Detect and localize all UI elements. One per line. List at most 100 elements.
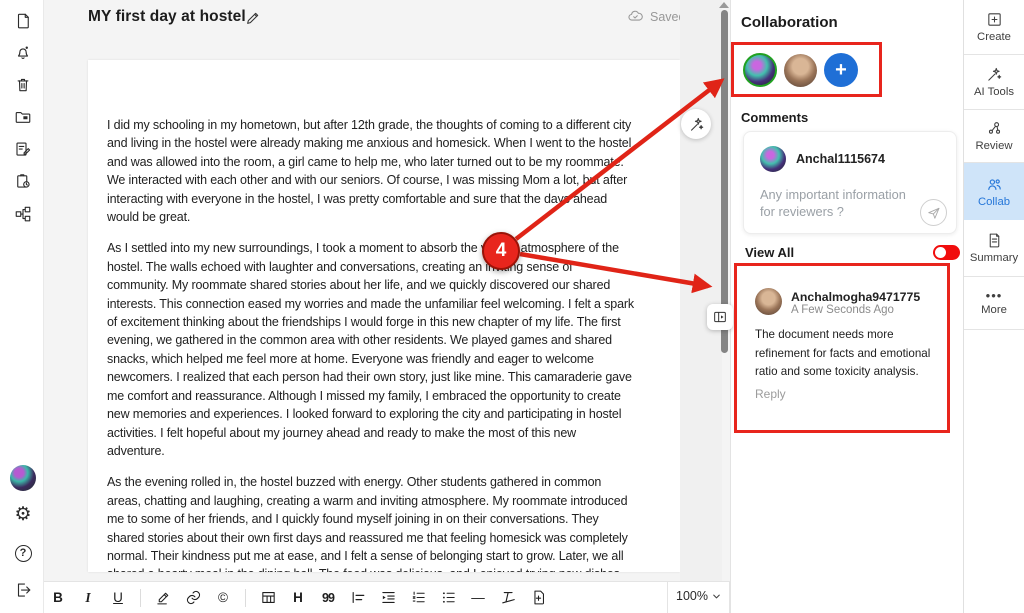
document-body: I did my schooling in my hometown, but a… xyxy=(88,60,680,572)
left-sidebar: ⚙ ? xyxy=(0,0,44,613)
document-edit-icon[interactable] xyxy=(13,139,33,159)
clear-format-icon xyxy=(500,589,517,606)
highlight-button[interactable] xyxy=(152,586,174,610)
table-icon xyxy=(260,589,277,606)
toolbar-divider xyxy=(245,589,246,607)
rail-label: Create xyxy=(977,31,1011,43)
insert-table-button[interactable] xyxy=(257,586,279,610)
chevron-down-icon xyxy=(711,591,722,602)
rail-label: More xyxy=(981,304,1007,316)
media-folder-icon[interactable] xyxy=(13,107,33,127)
gear-glyph: ⚙ xyxy=(14,505,31,524)
collapse-panel-button[interactable] xyxy=(707,304,733,330)
zoom-value: 100% xyxy=(676,589,708,603)
italic-button[interactable]: I xyxy=(77,586,99,610)
paragraph[interactable]: I did my schooling in my hometown, but a… xyxy=(107,116,634,226)
paragraph[interactable]: As the evening rolled in, the hostel buz… xyxy=(107,473,634,572)
indent-icon xyxy=(380,589,397,606)
scroll-up-arrow-icon[interactable] xyxy=(719,2,729,8)
comment-text: The document needs more refinement for f… xyxy=(755,326,945,382)
comment-author-name: Anchalmogha9471775 xyxy=(791,290,920,304)
collaboration-panel: Collaboration + Comments Anchal1115674 A… xyxy=(730,0,963,613)
zoom-level-dropdown[interactable]: 100% xyxy=(676,589,722,603)
comment-timestamp: A Few Seconds Ago xyxy=(791,304,894,316)
right-tool-rail: Create AI Tools Review Collab Summary ••… xyxy=(963,0,1024,613)
underline-button[interactable]: U xyxy=(107,586,129,610)
blockquote-button[interactable]: 99 xyxy=(317,586,339,610)
bullet-list-button[interactable] xyxy=(437,586,459,610)
comments-section-label: Comments xyxy=(741,110,808,125)
panel-toggle-icon xyxy=(712,309,728,325)
indent-button[interactable] xyxy=(377,586,399,610)
align-left-button[interactable] xyxy=(347,586,369,610)
comment-author-avatar xyxy=(755,288,782,315)
bullet-list-icon xyxy=(440,589,457,606)
composer-user-avatar xyxy=(760,146,786,172)
rail-label: Summary xyxy=(970,252,1018,264)
link-icon xyxy=(185,589,202,606)
rail-item-collab[interactable]: Collab xyxy=(964,163,1024,220)
trash-icon[interactable] xyxy=(13,75,33,95)
comment-input[interactable]: Any important information for reviewers … xyxy=(760,186,922,220)
collaboration-title: Collaboration xyxy=(741,14,838,31)
send-plane-icon xyxy=(927,206,941,220)
edit-title-pencil-icon[interactable] xyxy=(245,10,261,26)
rail-label: Review xyxy=(975,140,1012,152)
scrollbar-thumb[interactable] xyxy=(721,10,728,353)
horizontal-rule-button[interactable]: — xyxy=(467,586,489,610)
view-all-label: View All xyxy=(745,245,794,260)
help-glyph: ? xyxy=(15,545,32,562)
insert-page-button[interactable] xyxy=(527,586,549,610)
reply-button[interactable]: Reply xyxy=(755,387,786,401)
document-page-icon[interactable] xyxy=(13,11,33,31)
view-all-toggle[interactable] xyxy=(933,245,960,260)
collaborator-avatars: + xyxy=(743,53,858,87)
app-window: ⚙ ? MY first day at hostel Saved I did m… xyxy=(0,0,1024,613)
toggle-knob xyxy=(935,247,946,258)
paragraph[interactable]: As I settled into my new surroundings, I… xyxy=(107,239,634,460)
cloud-saved-icon xyxy=(627,8,644,25)
more-dots-icon: ••• xyxy=(986,291,1003,301)
collab-people-icon xyxy=(986,176,1003,193)
notifications-bell-icon[interactable] xyxy=(13,43,33,63)
align-left-icon xyxy=(350,589,367,606)
toolbar-divider xyxy=(140,589,141,607)
user-avatar[interactable] xyxy=(10,465,36,491)
numbered-list-button[interactable] xyxy=(407,586,429,610)
format-toolbar: B I U © H 99 — xyxy=(44,581,730,613)
review-nodes-icon xyxy=(986,120,1003,137)
rail-item-summary[interactable]: Summary xyxy=(964,220,1024,277)
rail-label: Collab xyxy=(978,196,1010,208)
ai-assist-button[interactable] xyxy=(681,109,711,139)
sitemap-icon[interactable] xyxy=(13,204,33,224)
ai-wand-icon xyxy=(986,66,1003,83)
insert-page-icon xyxy=(530,589,547,606)
clear-format-button[interactable] xyxy=(497,586,519,610)
logout-icon[interactable] xyxy=(13,580,33,600)
add-collaborator-button[interactable]: + xyxy=(824,53,858,87)
document-page[interactable]: I did my schooling in my hometown, but a… xyxy=(88,60,680,572)
scrollbar-track[interactable] xyxy=(680,0,722,581)
settings-gear-icon[interactable]: ⚙ xyxy=(13,504,33,524)
toolbar-divider xyxy=(667,581,668,613)
rail-item-more[interactable]: ••• More xyxy=(964,277,1024,330)
copyright-symbol-button[interactable]: © xyxy=(212,586,234,610)
plus-icon: + xyxy=(835,59,847,82)
collaborator-avatar[interactable] xyxy=(784,54,817,87)
bold-button[interactable]: B xyxy=(47,586,69,610)
rail-item-ai-tools[interactable]: AI Tools xyxy=(964,55,1024,110)
create-plus-icon xyxy=(986,11,1003,28)
help-icon[interactable]: ? xyxy=(13,543,33,563)
numbered-list-icon xyxy=(410,589,427,606)
rail-item-create[interactable]: Create xyxy=(964,0,1024,55)
magic-wand-icon xyxy=(688,116,705,133)
composer-username: Anchal1115674 xyxy=(796,152,885,166)
rail-item-review[interactable]: Review xyxy=(964,110,1024,163)
link-button[interactable] xyxy=(182,586,204,610)
highlighter-icon xyxy=(155,589,172,606)
summary-document-icon xyxy=(986,232,1003,249)
history-clipboard-icon[interactable] xyxy=(13,171,33,191)
heading-button[interactable]: H xyxy=(287,586,309,610)
send-comment-button[interactable] xyxy=(920,199,947,226)
collaborator-avatar-active[interactable] xyxy=(743,53,777,87)
